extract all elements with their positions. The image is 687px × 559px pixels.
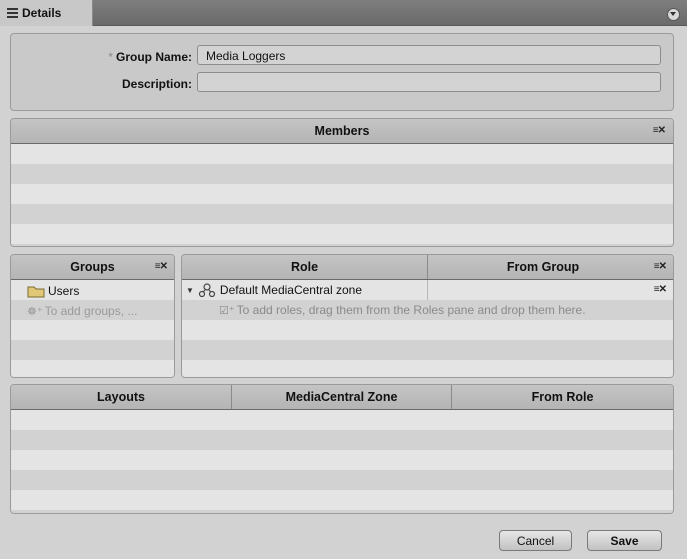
group-item-label: Users <box>48 284 80 298</box>
add-roles-icon: ☑⁺ <box>219 304 235 317</box>
groups-header: Groups ≡✕ <box>11 255 174 280</box>
layouts-column-header[interactable]: Layouts <box>11 385 231 409</box>
roles-header: Role From Group ≡✕ <box>182 255 673 280</box>
members-column-header: Members <box>314 124 370 138</box>
from-role-column-header[interactable]: From Role <box>452 385 673 409</box>
folder-icon <box>27 286 45 297</box>
table-row[interactable]: ▼ Default MediaCentral zone <box>186 283 362 297</box>
description-field[interactable] <box>197 72 661 92</box>
group-info-panel: * Group Name: Media Loggers Description: <box>10 33 674 111</box>
groups-table: Groups ≡✕ Users ☸⁺ To add groups, ... <box>10 254 175 378</box>
zone-icon <box>198 283 216 297</box>
save-button[interactable]: Save <box>587 530 662 551</box>
list-item[interactable]: Users <box>27 284 79 298</box>
members-table: Members ≡✕ <box>10 118 674 247</box>
group-name-field[interactable]: Media Loggers <box>197 45 661 65</box>
layouts-header: Layouts MediaCentral Zone From Role <box>11 385 673 410</box>
layouts-table: Layouts MediaCentral Zone From Role <box>10 384 674 514</box>
groups-column-header: Groups <box>70 260 115 274</box>
role-column-header[interactable]: Role <box>182 255 427 279</box>
tab-details[interactable]: Details <box>0 0 93 26</box>
roles-rows: ▼ Default MediaCentral zone ≡✕ ☑⁺ To add… <box>182 280 673 377</box>
clear-members-icon[interactable]: ≡✕ <box>653 125 666 136</box>
list-icon <box>7 8 18 18</box>
from-group-column-header[interactable]: From Group <box>428 255 658 279</box>
mediacentral-zone-column-header[interactable]: MediaCentral Zone <box>232 385 451 409</box>
cancel-button[interactable]: Cancel <box>499 530 572 551</box>
clear-groups-icon[interactable]: ≡✕ <box>155 261 168 272</box>
zone-label: Default MediaCentral zone <box>219 283 362 297</box>
tab-bar: Details <box>0 0 687 26</box>
clear-roles-header-icon[interactable]: ≡✕ <box>654 261 667 272</box>
clear-roles-row-icon[interactable]: ≡✕ <box>654 284 667 295</box>
description-label: Description: <box>121 77 192 91</box>
required-marker: * <box>108 50 113 64</box>
roles-hint: ☑⁺ To add roles, drag them from the Role… <box>219 303 586 317</box>
members-header: Members ≡✕ <box>11 119 673 144</box>
group-name-label: * Group Name: <box>108 50 192 64</box>
panel-menu-icon[interactable] <box>667 8 680 21</box>
add-groups-icon: ☸⁺ <box>27 305 43 318</box>
members-rows <box>11 144 673 246</box>
roles-table: Role From Group ≡✕ ▼ Default MediaCentra… <box>181 254 674 378</box>
groups-hint: ☸⁺ To add groups, ... <box>27 304 138 318</box>
layouts-rows <box>11 410 673 513</box>
tab-details-label: Details <box>22 6 62 20</box>
expand-arrow-icon[interactable]: ▼ <box>186 286 194 295</box>
groups-rows: Users ☸⁺ To add groups, ... <box>11 280 174 377</box>
